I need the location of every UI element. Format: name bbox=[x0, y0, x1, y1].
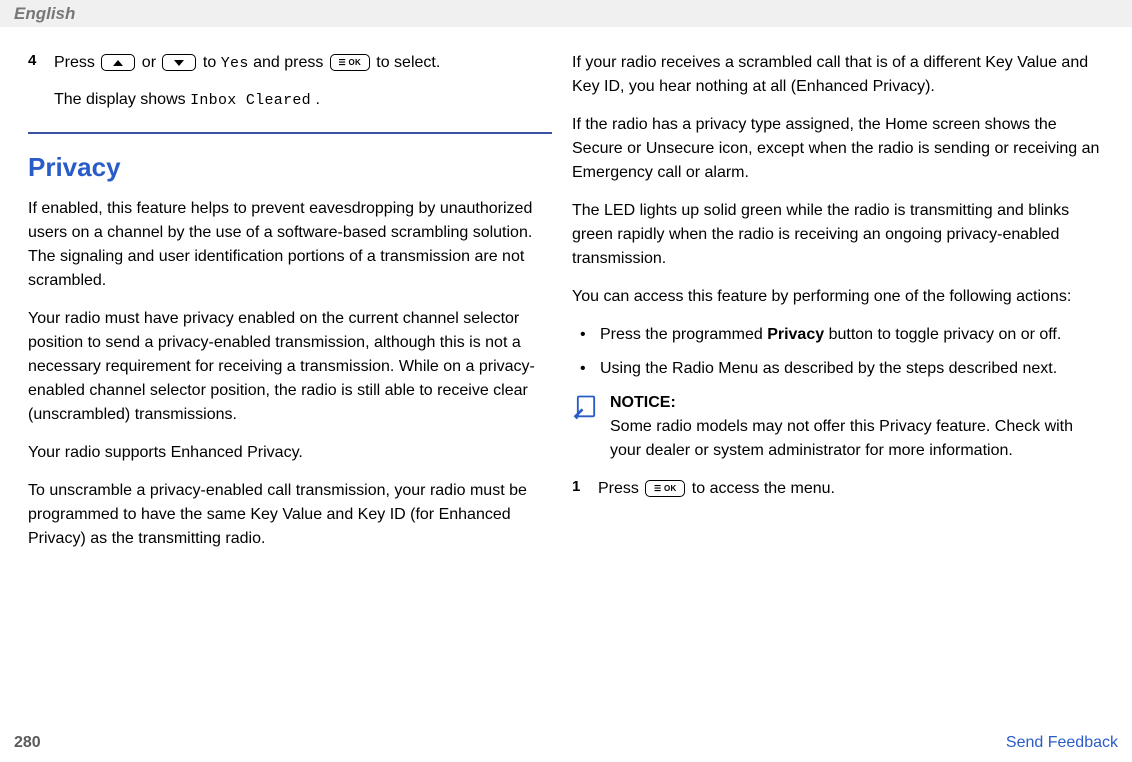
step-4: 4 Press or to Yes and press ☰ OK to sele… bbox=[28, 51, 552, 124]
step-body: Press or to Yes and press ☰ OK to select… bbox=[54, 51, 552, 124]
privacy-p3: Your radio supports Enhanced Privacy. bbox=[28, 441, 552, 465]
right-p2: If the radio has a privacy type assigned… bbox=[572, 113, 1100, 185]
text: button to toggle privacy on or off. bbox=[824, 326, 1061, 343]
notice-text: Some radio models may not offer this Pri… bbox=[610, 415, 1100, 463]
text: to select. bbox=[376, 54, 440, 71]
step4-line1: Press or to Yes and press ☰ OK to select… bbox=[54, 51, 552, 76]
down-arrow-button-icon bbox=[162, 54, 196, 71]
bullet-list: Press the programmed Privacy button to t… bbox=[572, 323, 1100, 381]
ok-button-icon: ☰ OK bbox=[330, 54, 370, 71]
right-p1: If your radio receives a scrambled call … bbox=[572, 51, 1100, 99]
text: The display shows bbox=[54, 91, 190, 108]
list-item: Using the Radio Menu as described by the… bbox=[578, 357, 1100, 381]
step1-line: Press ☰ OK to access the menu. bbox=[598, 477, 1100, 501]
notice-title: NOTICE: bbox=[610, 391, 1100, 415]
text: Press the programmed bbox=[600, 326, 767, 343]
notice-body: NOTICE: Some radio models may not offer … bbox=[610, 391, 1100, 463]
text: to bbox=[203, 54, 221, 71]
page-footer: 280 Send Feedback bbox=[14, 734, 1118, 752]
page-number: 280 bbox=[14, 734, 41, 752]
privacy-p4: To unscramble a privacy-enabled call tra… bbox=[28, 479, 552, 551]
section-divider bbox=[28, 132, 552, 134]
step-1: 1 Press ☰ OK to access the menu. bbox=[572, 477, 1100, 513]
content-area: 4 Press or to Yes and press ☰ OK to sele… bbox=[0, 27, 1132, 565]
list-item: Press the programmed Privacy button to t… bbox=[578, 323, 1100, 347]
text: . bbox=[315, 91, 319, 108]
right-p4: You can access this feature by performin… bbox=[572, 285, 1100, 309]
header-language: English bbox=[14, 4, 75, 23]
step4-line2: The display shows Inbox Cleared . bbox=[54, 88, 552, 113]
step-body: Press ☰ OK to access the menu. bbox=[598, 477, 1100, 513]
mono-inbox-cleared: Inbox Cleared bbox=[190, 92, 311, 109]
text: to access the menu. bbox=[692, 480, 835, 497]
text: or bbox=[142, 54, 161, 71]
text: Press bbox=[54, 54, 99, 71]
right-p3: The LED lights up solid green while the … bbox=[572, 199, 1100, 271]
up-arrow-button-icon bbox=[101, 54, 135, 71]
right-column: If your radio receives a scrambled call … bbox=[562, 37, 1110, 565]
privacy-bold: Privacy bbox=[767, 326, 824, 343]
text: and press bbox=[253, 54, 328, 71]
text: Press bbox=[598, 480, 643, 497]
page-header: English bbox=[0, 0, 1132, 27]
send-feedback-link[interactable]: Send Feedback bbox=[1006, 734, 1118, 752]
privacy-p1: If enabled, this feature helps to preven… bbox=[28, 197, 552, 293]
notice-icon bbox=[572, 391, 610, 426]
step-number: 4 bbox=[28, 51, 54, 69]
mono-yes: Yes bbox=[221, 55, 249, 72]
privacy-heading: Privacy bbox=[28, 152, 552, 183]
ok-button-icon: ☰ OK bbox=[645, 480, 685, 497]
left-column: 4 Press or to Yes and press ☰ OK to sele… bbox=[14, 37, 562, 565]
privacy-p2: Your radio must have privacy enabled on … bbox=[28, 307, 552, 427]
step-number: 1 bbox=[572, 477, 598, 495]
notice-block: NOTICE: Some radio models may not offer … bbox=[572, 391, 1100, 463]
